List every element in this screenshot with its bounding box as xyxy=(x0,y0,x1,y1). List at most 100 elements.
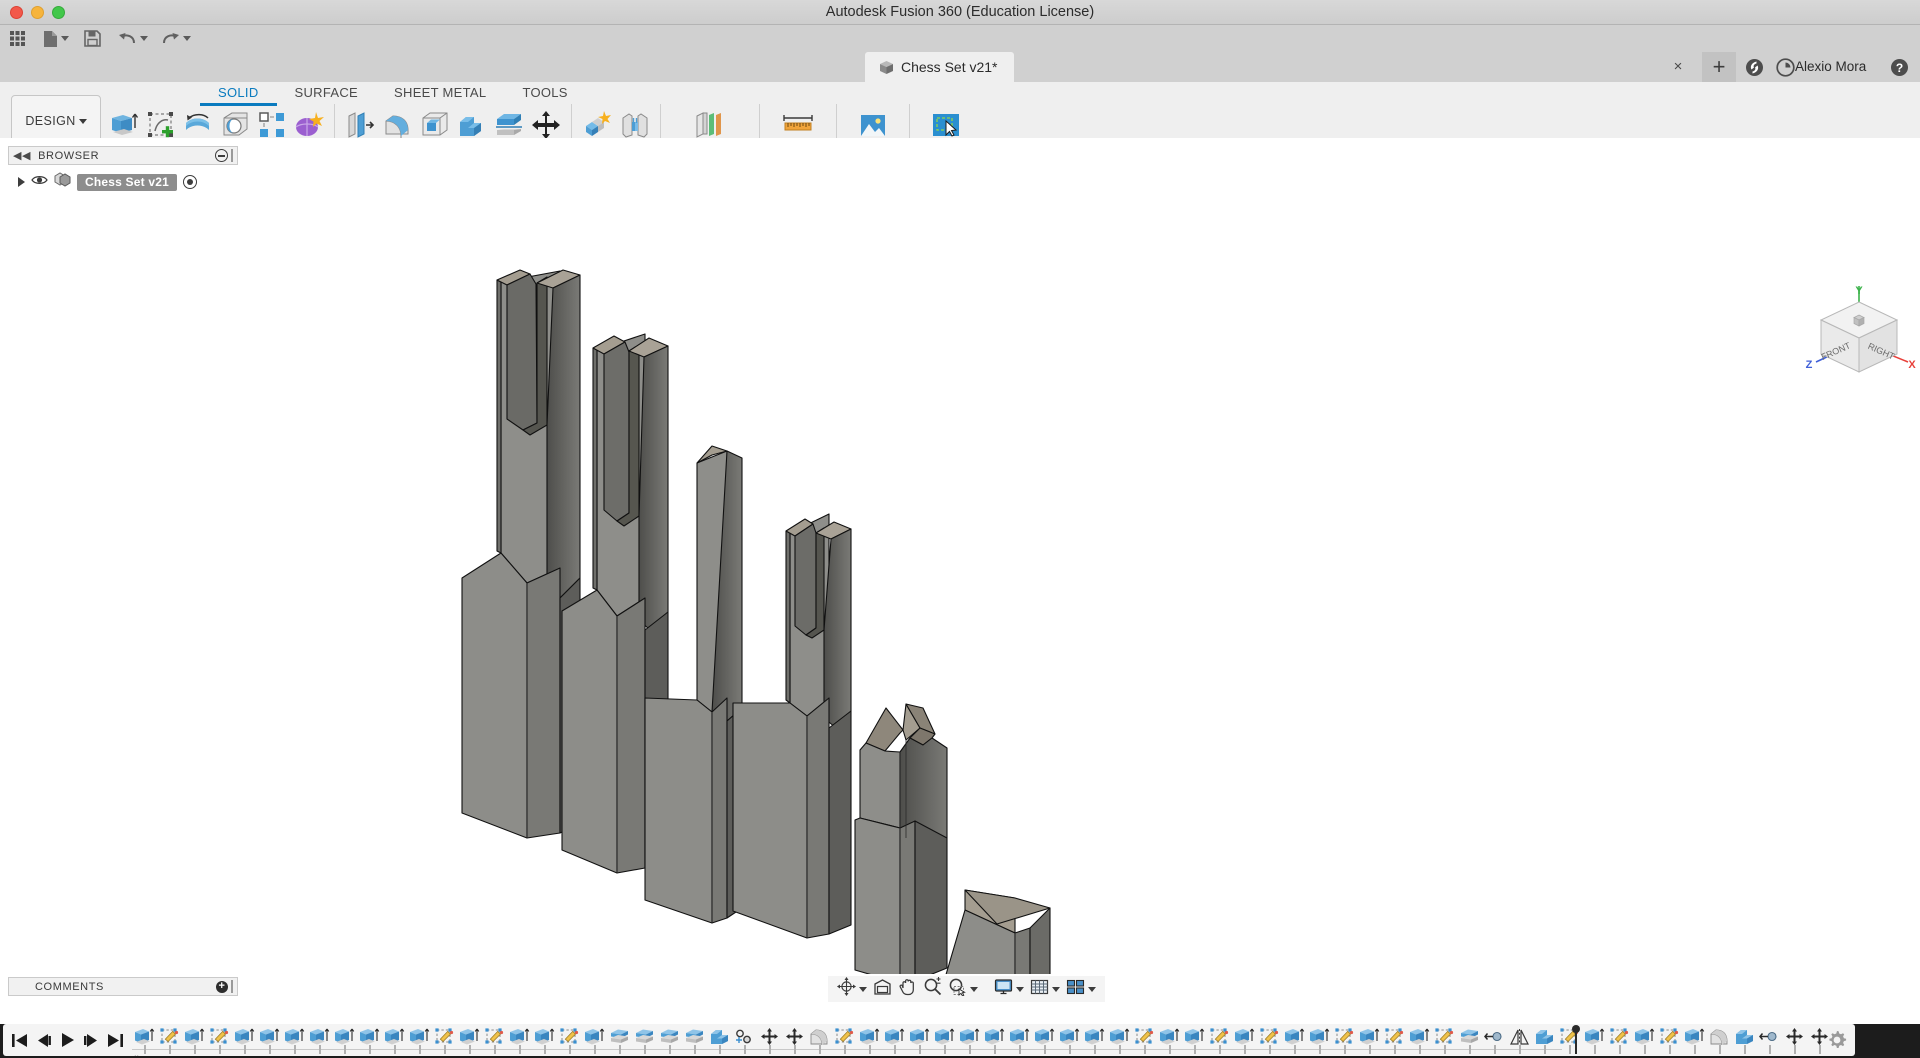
timeline-playback-controls xyxy=(3,1024,132,1056)
ribbon-tab-surface[interactable]: SURFACE xyxy=(277,82,377,106)
cube-icon xyxy=(879,60,894,75)
close-tab-button[interactable]: × xyxy=(1669,58,1687,76)
triangle-right-icon[interactable] xyxy=(18,177,25,187)
activate-component-radio[interactable] xyxy=(182,175,197,189)
browser-root-node[interactable]: Chess Set v21 xyxy=(14,171,197,191)
timeline-tick xyxy=(407,1045,432,1054)
timeline-tick xyxy=(1007,1045,1032,1054)
grid-settings-icon xyxy=(1030,978,1049,1001)
timeline-tick xyxy=(1457,1045,1482,1054)
timeline-tick xyxy=(882,1045,907,1054)
document-tab[interactable]: Chess Set v21* xyxy=(865,52,1014,82)
chess-set-model[interactable] xyxy=(0,138,1920,974)
ribbon: DESIGN SOLID SURFACE SHEET METAL TOOLS xyxy=(0,82,1920,159)
pan-tool[interactable] xyxy=(895,978,920,1000)
chevron-down-icon[interactable] xyxy=(859,986,867,992)
timeline-track[interactable]: .. xyxy=(132,1024,1855,1056)
panel-resize-grip[interactable] xyxy=(231,980,233,993)
zoom-window-tool[interactable] xyxy=(945,978,981,1000)
timeline-tick xyxy=(782,1045,807,1054)
ribbon-tab-tools[interactable]: TOOLS xyxy=(504,82,585,106)
grid-snaps[interactable] xyxy=(1027,978,1063,1000)
timeline-tick xyxy=(632,1045,657,1054)
timeline-tick xyxy=(932,1045,957,1054)
panel-resize-grip[interactable] xyxy=(231,149,233,162)
timeline-tick xyxy=(1432,1045,1457,1054)
look-at-tool[interactable] xyxy=(870,978,895,1000)
viewports[interactable] xyxy=(1063,978,1099,1000)
save-button[interactable] xyxy=(80,27,105,51)
timeline-tick xyxy=(907,1045,932,1054)
extension-manager-button[interactable] xyxy=(1745,58,1764,77)
chevron-down-icon[interactable] xyxy=(183,36,191,41)
timeline: .. xyxy=(3,1024,1855,1056)
timeline-tick xyxy=(457,1045,482,1054)
timeline-tick xyxy=(1657,1045,1682,1054)
help-button[interactable]: ? xyxy=(1890,58,1909,77)
timeline-tick xyxy=(382,1045,407,1054)
play-button[interactable] xyxy=(57,1027,78,1053)
account-name[interactable]: Alexio Mora xyxy=(1795,52,1866,82)
go-to-end-button[interactable] xyxy=(105,1027,126,1053)
svg-text:X: X xyxy=(1908,359,1916,371)
chevron-down-icon[interactable] xyxy=(1052,986,1060,992)
timeline-tick xyxy=(1207,1045,1232,1054)
timeline-tick xyxy=(1257,1045,1282,1054)
timeline-marker-icon[interactable] xyxy=(1570,1025,1582,1055)
timeline-tick xyxy=(1182,1045,1207,1054)
redo-button[interactable] xyxy=(157,27,195,51)
gear-icon[interactable] xyxy=(1826,1029,1848,1051)
app-grid-button[interactable] xyxy=(5,27,30,51)
new-document-button[interactable] xyxy=(39,27,73,51)
clock-icon xyxy=(1776,58,1795,81)
timeline-tick xyxy=(207,1045,232,1054)
timeline-tick xyxy=(582,1045,607,1054)
plus-circle-icon[interactable]: + xyxy=(216,980,228,993)
timeline-tick xyxy=(1682,1045,1707,1054)
chevron-down-icon[interactable] xyxy=(140,36,148,41)
timeline-tick xyxy=(607,1045,632,1054)
timeline-tick xyxy=(1582,1045,1607,1054)
chevron-down-icon[interactable] xyxy=(1088,986,1096,992)
step-forward-button[interactable] xyxy=(81,1027,102,1053)
timeline-tick xyxy=(1107,1045,1132,1054)
display-settings[interactable] xyxy=(991,978,1027,1000)
timeline-tick xyxy=(132,1045,157,1054)
timeline-tick xyxy=(707,1045,732,1054)
orbit-tool[interactable] xyxy=(834,977,870,1001)
window-title: Autodesk Fusion 360 (Education License) xyxy=(825,3,1095,20)
collapse-all-icon[interactable] xyxy=(215,149,228,162)
go-to-beginning-button[interactable] xyxy=(9,1027,30,1053)
undo-button[interactable] xyxy=(114,27,152,51)
timeline-tick xyxy=(1532,1045,1557,1054)
ribbon-tab-solid[interactable]: SOLID xyxy=(200,82,277,106)
chevron-down-icon[interactable] xyxy=(78,118,87,124)
workspace-label: DESIGN xyxy=(25,114,76,128)
double-left-arrow-icon[interactable]: ◀◀ xyxy=(13,149,31,162)
chevron-down-icon[interactable] xyxy=(970,986,978,992)
timeline-tick xyxy=(1607,1045,1632,1054)
chevron-down-icon[interactable] xyxy=(61,36,69,41)
ribbon-tab-sheet-metal[interactable]: SHEET METAL xyxy=(376,82,504,106)
eye-icon[interactable] xyxy=(31,173,48,191)
chevron-down-icon[interactable] xyxy=(1016,986,1024,992)
timeline-tick xyxy=(757,1045,782,1054)
recent-documents-button[interactable] xyxy=(1776,58,1795,77)
component-name[interactable]: Chess Set v21 xyxy=(77,173,177,191)
timeline-tick xyxy=(657,1045,682,1054)
viewport-canvas[interactable]: Y X Z FRONT RIGHT xyxy=(0,138,1920,974)
timeline-tick xyxy=(182,1045,207,1054)
chess-piece-rook[interactable] xyxy=(732,513,852,939)
new-tab-button[interactable]: + xyxy=(1702,52,1736,82)
timeline-tick xyxy=(1507,1045,1532,1054)
timeline-tick xyxy=(1757,1045,1782,1054)
timeline-tick xyxy=(1057,1045,1082,1054)
zoom-tool[interactable] xyxy=(920,977,945,1000)
view-cube[interactable]: Y X Z FRONT RIGHT xyxy=(1800,280,1918,390)
document-tab-label: Chess Set v21* xyxy=(901,59,998,75)
step-back-button[interactable] xyxy=(33,1027,54,1053)
svg-text:?: ? xyxy=(1896,61,1903,75)
orbit-icon xyxy=(837,977,856,1001)
chess-piece-knight[interactable] xyxy=(854,703,948,974)
timeline-tick xyxy=(1407,1045,1432,1054)
